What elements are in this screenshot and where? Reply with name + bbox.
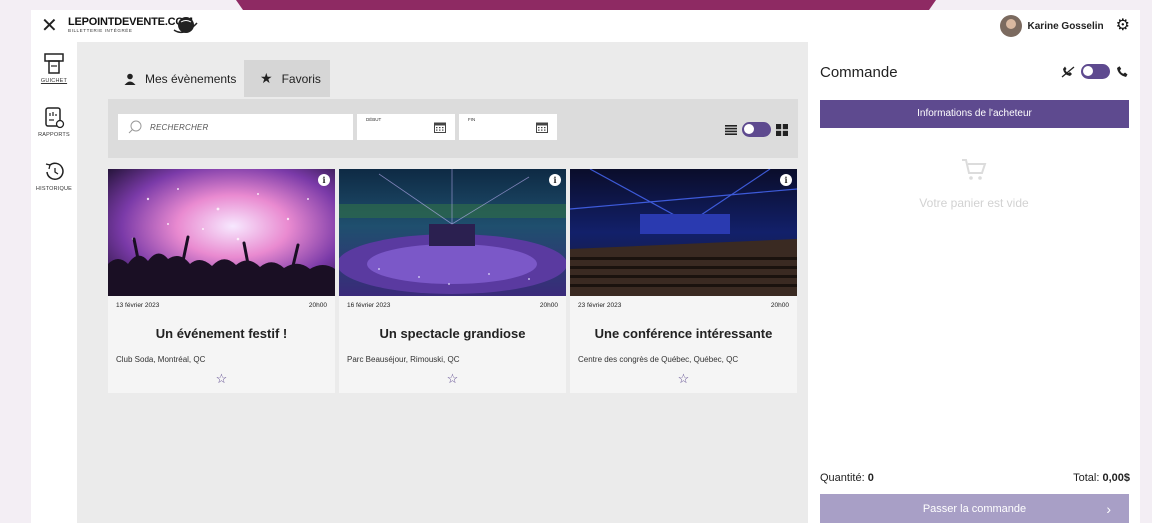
event-card[interactable]: i 16 février 2023 20h00 Un spectacle gra…: [339, 169, 566, 393]
list-view-icon[interactable]: [725, 124, 737, 135]
sidebar: GUICHET RAPPORTS HISTORIQUE: [31, 42, 77, 523]
filter-bar: RECHERCHER DÉBUT FIN: [108, 99, 798, 158]
event-date: 16 février 2023: [347, 302, 391, 309]
view-switcher: [725, 122, 788, 137]
avatar[interactable]: [999, 15, 1022, 37]
order-title: Commande: [820, 64, 898, 81]
buyer-info-button[interactable]: Informations de l'acheteur: [820, 100, 1129, 128]
favorite-star-icon[interactable]: ☆: [339, 372, 566, 386]
user-icon: [124, 73, 136, 85]
event-date: 23 février 2023: [578, 302, 622, 309]
history-icon: [45, 162, 64, 181]
event-venue: Parc Beauséjour, Rimouski, QC: [347, 355, 460, 364]
search-icon: [128, 120, 142, 134]
start-date-field[interactable]: DÉBUT: [357, 114, 455, 140]
header-decoration: [236, 0, 936, 10]
report-icon: [45, 107, 65, 129]
order-panel: Commande Informations de l'acheteur Votr…: [818, 42, 1130, 523]
top-bar: ✕ LEPOINTDEVENTE.COM BILLETTERIE INTÉGRÉ…: [31, 10, 1140, 42]
start-date-label: DÉBUT: [366, 117, 382, 122]
tab-label: Favoris: [281, 71, 321, 86]
calendar-icon[interactable]: [434, 122, 446, 133]
event-time: 20h00: [770, 302, 789, 309]
event-date: 13 février 2023: [116, 302, 160, 309]
event-image-conference-hall[interactable]: i: [570, 169, 797, 296]
toggle-knob: [1083, 66, 1093, 76]
brand-logo[interactable]: LEPOINTDEVENTE.COM BILLETTERIE INTÉGRÉE: [68, 15, 218, 37]
sidebar-item-label: GUICHET: [40, 78, 68, 84]
logo-subtitle: BILLETTERIE INTÉGRÉE: [68, 28, 133, 33]
event-time: 20h00: [308, 302, 327, 309]
quantity-label: Quantité:: [820, 472, 868, 484]
total-summary: Total: 0,00$: [1073, 472, 1130, 484]
sidebar-item-rapports[interactable]: RAPPORTS: [31, 100, 77, 152]
app-window: ✕ LEPOINTDEVENTE.COM BILLETTERIE INTÉGRÉ…: [31, 10, 1140, 523]
event-card[interactable]: i 23 février 2023 20h00 Une conférence i…: [570, 169, 797, 393]
event-title: Un événement festif !: [155, 326, 288, 341]
event-image-stadium-show[interactable]: i: [339, 169, 566, 296]
username: Karine Gosselin: [1027, 20, 1104, 32]
ticket-icon: [44, 53, 64, 74]
cart-icon: [962, 159, 987, 180]
total-value: 0,00$: [1102, 472, 1130, 484]
view-toggle[interactable]: [742, 122, 771, 137]
checkout-button[interactable]: Passer la commande ›: [820, 494, 1129, 523]
info-icon[interactable]: i: [780, 174, 792, 186]
event-meta: 23 février 2023 20h00: [578, 302, 789, 309]
tab-mes-evenements[interactable]: Mes évènements: [108, 60, 242, 97]
user-menu[interactable]: Karine Gosselin ⚙: [999, 14, 1130, 38]
gear-icon[interactable]: ⚙: [1116, 18, 1130, 34]
sidebar-item-label: RAPPORTS: [38, 132, 70, 138]
quantity-value: 0: [867, 472, 874, 484]
sidebar-item-label: HISTORIQUE: [35, 186, 73, 192]
info-icon[interactable]: i: [318, 174, 330, 186]
favorite-star-icon[interactable]: ☆: [570, 372, 797, 386]
phone-mode-switch: [1061, 64, 1128, 79]
grid-view-icon[interactable]: [776, 123, 788, 136]
event-venue: Club Soda, Montréal, QC: [116, 355, 206, 364]
phone-off-icon[interactable]: [1061, 66, 1075, 78]
end-date-label: FIN: [468, 117, 476, 122]
phone-icon[interactable]: [1116, 65, 1128, 78]
event-time: 20h00: [539, 302, 558, 309]
tab-label: Mes évènements: [145, 71, 237, 86]
empty-cart-message: Votre panier est vide: [919, 196, 1029, 210]
chevron-right-icon: ›: [1106, 501, 1111, 517]
sidebar-item-historique[interactable]: HISTORIQUE: [31, 154, 77, 206]
event-title: Un spectacle grandiose: [379, 326, 526, 341]
search-placeholder: RECHERCHER: [150, 122, 209, 132]
end-date-field[interactable]: FIN: [459, 114, 557, 140]
sidebar-item-guichet[interactable]: GUICHET: [31, 46, 77, 98]
favorite-star-icon[interactable]: ☆: [108, 372, 335, 386]
star-icon: ★: [260, 70, 273, 86]
toggle-knob: [744, 124, 754, 134]
close-icon[interactable]: ✕: [41, 16, 58, 36]
event-card[interactable]: i 13 février 2023 20h00 Un événement fes…: [108, 169, 335, 393]
tab-favoris[interactable]: ★ Favoris: [244, 60, 330, 97]
phone-toggle[interactable]: [1081, 64, 1110, 79]
checkout-label: Passer la commande: [922, 502, 1027, 515]
events-panel: Mes évènements ★ Favoris RECHERCHER DÉBU…: [77, 42, 808, 523]
event-image-concert-crowd[interactable]: i: [108, 169, 335, 296]
quantity-summary: Quantité: 0: [820, 472, 874, 484]
event-venue: Centre des congrès de Québec, Québec, QC: [578, 355, 739, 364]
info-icon[interactable]: i: [549, 174, 561, 186]
event-meta: 16 février 2023 20h00: [347, 302, 558, 309]
search-input[interactable]: RECHERCHER: [118, 114, 353, 140]
logo-globe-icon: [173, 17, 198, 34]
total-label: Total:: [1073, 472, 1103, 484]
event-title: Une conférence intéressante: [594, 326, 773, 341]
event-meta: 13 février 2023 20h00: [116, 302, 327, 309]
calendar-icon[interactable]: [536, 122, 548, 133]
